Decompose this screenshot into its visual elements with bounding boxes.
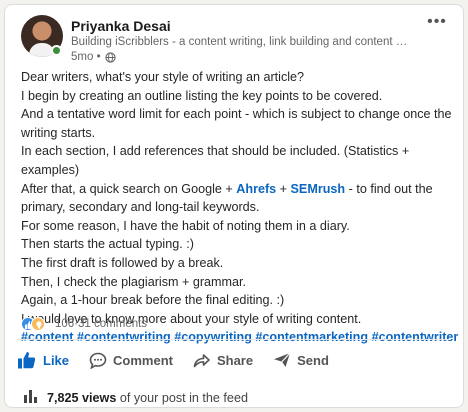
post-line: Again, a 1-hour break before the final e… (21, 293, 285, 308)
post-text-fragment: + (276, 181, 291, 196)
post-body: Dear writers, what's your style of writi… (21, 68, 458, 347)
hashtags-line[interactable]: #content #contentwriting #copywriting #c… (21, 328, 458, 347)
comment-bubble-icon (89, 352, 107, 369)
send-button[interactable]: Send (271, 349, 331, 371)
like-button[interactable]: Like (15, 348, 71, 372)
paper-plane-icon (273, 352, 291, 368)
thumbs-up-icon (17, 351, 37, 369)
comments-count[interactable]: 31 comments (78, 318, 147, 330)
post-line: Dear writers, what's your style of writi… (21, 70, 305, 84)
author-headline: Building iScribblers - a content writing… (71, 36, 411, 48)
online-status-indicator (51, 45, 62, 56)
post-line: The first draft is followed by a break. (21, 255, 224, 270)
post-line: I begin by creating an outline listing t… (21, 88, 383, 103)
post-line: After that, a quick search on Google + A… (21, 180, 451, 199)
post-time: 5mo • (71, 51, 101, 63)
post-line: writing starts. (21, 125, 96, 140)
post-line: examples) (21, 162, 80, 177)
share-arrow-icon (193, 352, 211, 368)
share-label: Share (216, 352, 254, 368)
send-label: Send (297, 352, 329, 368)
post-line: For some reason, I have the habit of not… (21, 218, 350, 233)
post-line: primary, secondary and long-tail keyword… (21, 200, 260, 215)
share-button[interactable]: Share (191, 349, 255, 371)
views-count: 7,825 views (47, 390, 117, 405)
post-line: Then starts the actual typing. :) (21, 237, 194, 252)
post-line: Then, I check the plagiarism + grammar. (21, 274, 247, 289)
insightful-reaction-icon (31, 317, 45, 331)
post-text-fragment: - to find out the (345, 181, 433, 196)
post-meta: 5mo • (71, 51, 116, 63)
mention-link-semrush[interactable]: SEMrush (291, 182, 346, 196)
post-card: Priyanka Desai Building iScribblers - a … (4, 4, 464, 408)
reactions-count[interactable]: 106 (55, 318, 74, 330)
post-text-fragment: After that, a quick search on Google + (21, 181, 237, 196)
action-bar: Like Comment Share Send (15, 347, 347, 373)
post-line: In each section, I add references that s… (21, 144, 410, 159)
like-label: Like (43, 352, 70, 368)
bar-chart-icon (23, 389, 39, 406)
post-header: Priyanka Desai Building iScribblers - a … (21, 14, 449, 63)
globe-icon (104, 51, 116, 63)
more-options-button[interactable]: ••• (425, 14, 449, 31)
comment-label: Comment (113, 352, 173, 368)
views-suffix: of your post in the feed (116, 390, 248, 405)
post-analytics[interactable]: 7,825 views of your post in the feed (23, 389, 248, 406)
mention-link-ahrefs[interactable]: Ahrefs (236, 182, 276, 196)
post-line: And a tentative word limit for each poin… (21, 107, 452, 122)
author-name[interactable]: Priyanka Desai (71, 18, 171, 34)
social-counts: 106 · 31 comments (21, 317, 147, 331)
reaction-icons[interactable] (21, 317, 51, 331)
divider (17, 339, 451, 340)
comment-button[interactable]: Comment (87, 349, 175, 372)
